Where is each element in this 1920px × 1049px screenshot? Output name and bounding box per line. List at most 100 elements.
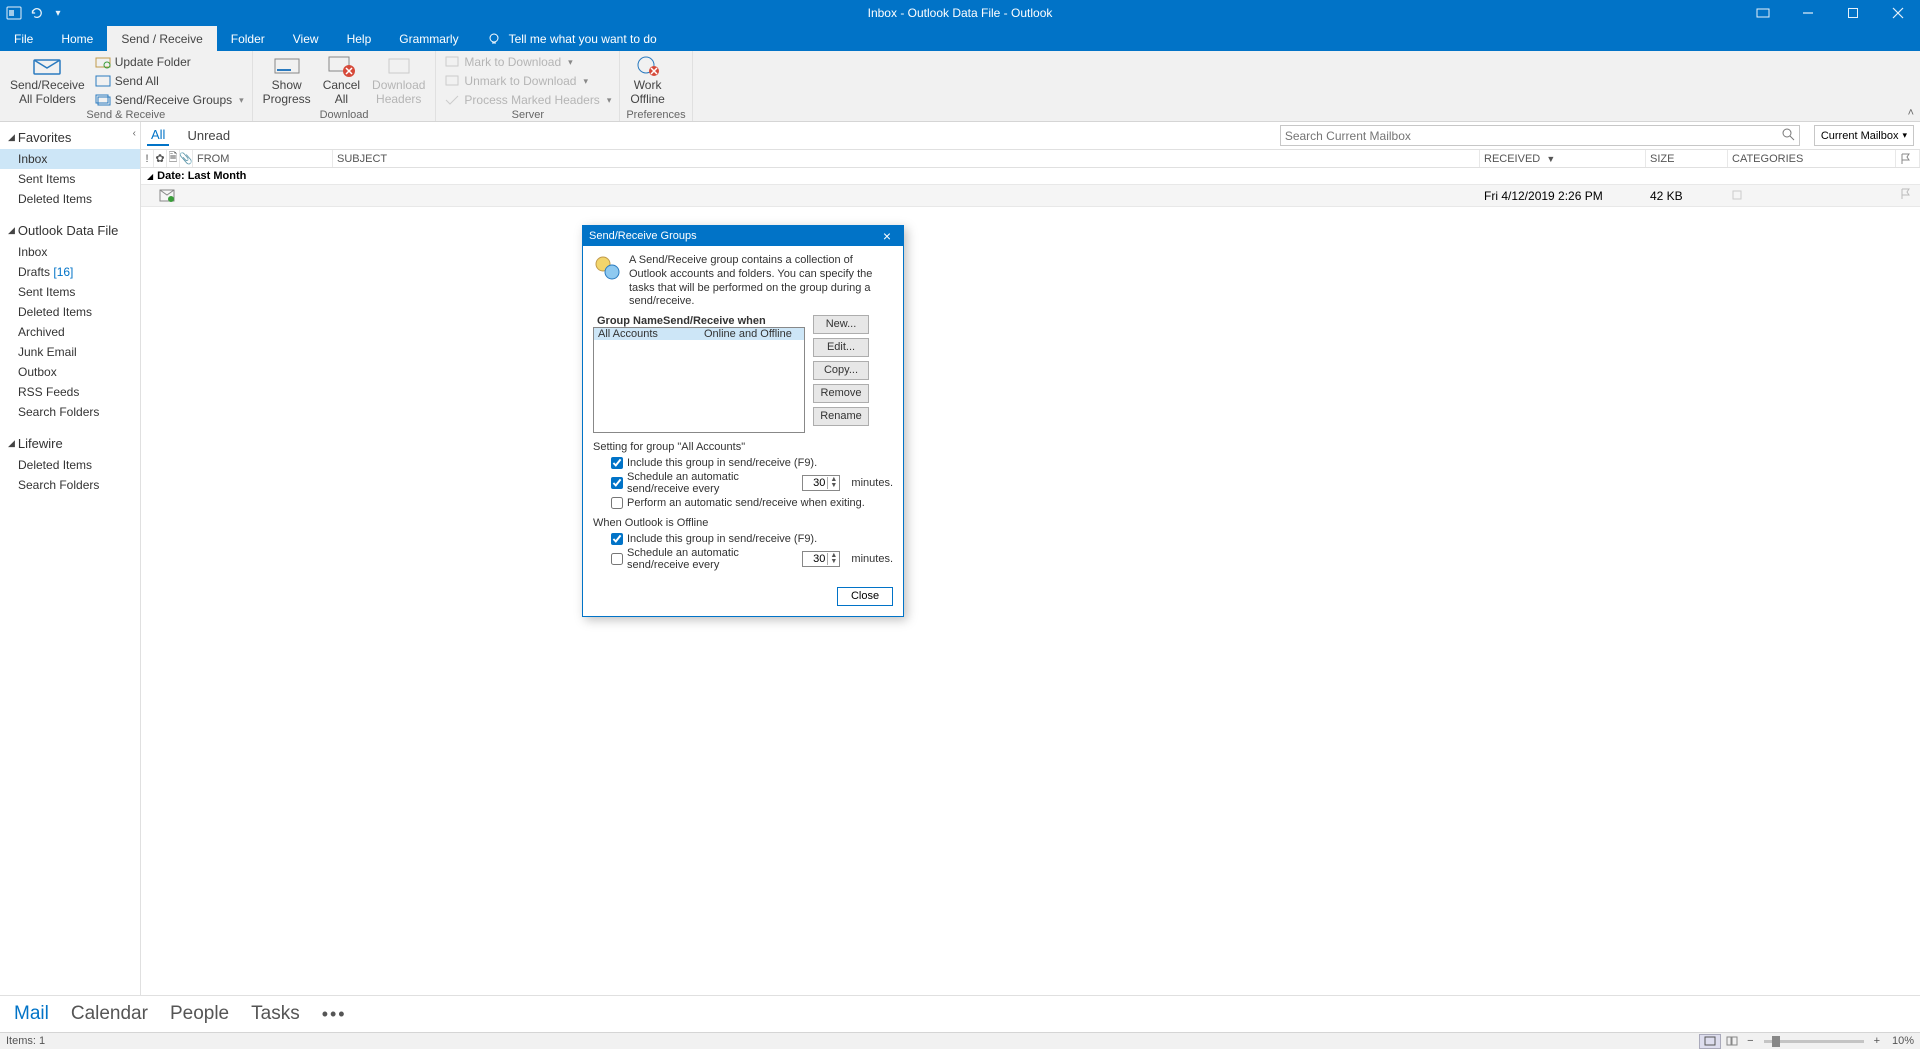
send-receive-groups-button[interactable]: Send/Receive Groups — [93, 91, 246, 109]
include-group-online-checkbox[interactable] — [611, 457, 623, 469]
interval-offline-input[interactable] — [803, 553, 827, 565]
interval-offline-spinner[interactable]: ▲▼ — [802, 551, 840, 567]
nav-mail[interactable]: Mail — [14, 1003, 49, 1025]
customize-qat-icon[interactable]: ▾ — [50, 5, 66, 21]
col-subject[interactable]: SUBJECT — [333, 150, 1480, 167]
sidebar-item-inbox-fav[interactable]: Inbox — [0, 149, 140, 169]
tell-me-search[interactable]: Tell me what you want to do — [473, 26, 657, 51]
tab-send-receive[interactable]: Send / Receive — [107, 26, 216, 51]
ribbon-display-options-icon[interactable] — [1740, 0, 1785, 26]
rename-button[interactable]: Rename — [813, 407, 869, 426]
sidebar-item-archived[interactable]: Archived — [0, 322, 140, 342]
close-dialog-button[interactable]: Close — [837, 587, 893, 606]
section-lifewire[interactable]: ◢Lifewire — [0, 432, 140, 455]
view-reading-icon[interactable] — [1721, 1034, 1743, 1049]
mail-categories — [1728, 189, 1896, 203]
collapse-sidebar-icon[interactable]: ‹ — [133, 128, 136, 139]
include-group-offline-checkbox[interactable] — [611, 533, 623, 545]
sidebar-item-deleted[interactable]: Deleted Items — [0, 302, 140, 322]
perform-on-exit-checkbox[interactable] — [611, 497, 623, 509]
col-received[interactable]: RECEIVED ▼ — [1480, 150, 1646, 167]
zoom-out-button[interactable]: − — [1743, 1035, 1757, 1047]
collapse-ribbon-button[interactable]: ˄ — [1908, 107, 1914, 119]
copy-button[interactable]: Copy... — [813, 361, 869, 380]
sidebar-item-outbox[interactable]: Outbox — [0, 362, 140, 382]
nav-tasks[interactable]: Tasks — [251, 1003, 300, 1025]
section-outlook-data-file[interactable]: ◢Outlook Data File — [0, 219, 140, 242]
zoom-in-button[interactable]: + — [1870, 1035, 1884, 1047]
nav-people[interactable]: People — [170, 1003, 229, 1025]
col-categories[interactable]: CATEGORIES — [1728, 150, 1896, 167]
col-icon[interactable]: 🗎 — [167, 150, 180, 167]
tab-grammarly[interactable]: Grammarly — [385, 26, 472, 51]
section-favorites[interactable]: ◢Favorites — [0, 126, 140, 149]
edit-button[interactable]: Edit... — [813, 338, 869, 357]
spinner-arrows-icon[interactable]: ▲▼ — [827, 477, 839, 489]
dialog-close-x[interactable]: × — [877, 228, 897, 244]
group-header[interactable]: ◢Date: Last Month — [141, 168, 1920, 185]
search-field[interactable] — [1285, 129, 1781, 143]
sidebar-item-junk[interactable]: Junk Email — [0, 342, 140, 362]
search-scope-dropdown[interactable]: Current Mailbox▾ — [1814, 125, 1914, 146]
update-folder-button[interactable]: Update Folder — [93, 53, 246, 71]
group-row-all-accounts[interactable]: All AccountsOnline and Offline — [594, 328, 804, 340]
mark-to-download-label: Mark to Download — [464, 55, 561, 69]
sidebar-item-sent-fav[interactable]: Sent Items — [0, 169, 140, 189]
tab-help[interactable]: Help — [333, 26, 386, 51]
group-listbox[interactable]: All AccountsOnline and Offline — [593, 327, 805, 433]
sidebar-item-drafts[interactable]: Drafts [16] — [0, 262, 140, 282]
tab-view[interactable]: View — [279, 26, 333, 51]
interval-online-input[interactable] — [803, 477, 827, 489]
spinner-arrows-icon[interactable]: ▲▼ — [827, 553, 839, 565]
show-progress-button[interactable]: Show Progress — [259, 53, 315, 109]
nav-calendar[interactable]: Calendar — [71, 1003, 148, 1025]
cancel-all-button[interactable]: Cancel All — [319, 53, 364, 109]
close-button[interactable] — [1875, 0, 1920, 26]
minimize-button[interactable] — [1785, 0, 1830, 26]
zoom-thumb[interactable] — [1772, 1036, 1780, 1047]
col-size[interactable]: SIZE — [1646, 150, 1728, 167]
maximize-button[interactable] — [1830, 0, 1875, 26]
nav-more[interactable]: ••• — [322, 1004, 347, 1025]
tab-home[interactable]: Home — [47, 26, 107, 51]
sidebar-item-lifewire-search[interactable]: Search Folders — [0, 475, 140, 495]
sidebar-item-search-folders[interactable]: Search Folders — [0, 402, 140, 422]
schedule-auto-offline-checkbox[interactable] — [611, 553, 623, 565]
col-importance[interactable]: ! — [141, 150, 154, 167]
view-normal-icon[interactable] — [1699, 1034, 1721, 1049]
mail-row[interactable]: Fri 4/12/2019 2:26 PM 42 KB — [141, 185, 1920, 207]
new-button[interactable]: New... — [813, 315, 869, 334]
send-all-button[interactable]: Send All — [93, 72, 246, 90]
work-offline-button[interactable]: Work Offline — [626, 53, 668, 109]
col-attachment[interactable]: 📎 — [180, 150, 193, 167]
schedule-auto-online-checkbox[interactable] — [611, 477, 623, 489]
remove-button[interactable]: Remove — [813, 384, 869, 403]
send-receive-groups-dialog: Send/Receive Groups × A Send/Receive gro… — [582, 225, 904, 617]
search-icon[interactable] — [1781, 127, 1795, 144]
col-reminder[interactable]: ✿ — [154, 150, 167, 167]
outlook-icon — [6, 5, 22, 21]
group-label-send-receive: Send & Receive — [6, 109, 246, 122]
cancel-all-label-1: Cancel — [323, 79, 360, 93]
sidebar-item-lifewire-deleted[interactable]: Deleted Items — [0, 455, 140, 475]
filter-all[interactable]: All — [147, 125, 169, 146]
search-input[interactable] — [1280, 125, 1800, 146]
sidebar-item-rss[interactable]: RSS Feeds — [0, 382, 140, 402]
sidebar-item-inbox[interactable]: Inbox — [0, 242, 140, 262]
tab-folder[interactable]: Folder — [217, 26, 279, 51]
col-flag[interactable] — [1896, 150, 1920, 167]
undo-icon[interactable] — [28, 5, 44, 21]
zoom-slider[interactable] — [1764, 1040, 1864, 1043]
send-receive-all-folders-button[interactable]: Send/Receive All Folders — [6, 53, 89, 109]
mail-flag[interactable] — [1896, 188, 1920, 203]
sidebar-item-sent[interactable]: Sent Items — [0, 282, 140, 302]
schedule-auto-online-label: Schedule an automatic send/receive every — [627, 471, 791, 495]
col-from[interactable]: FROM — [193, 150, 333, 167]
dialog-titlebar[interactable]: Send/Receive Groups × — [583, 226, 903, 246]
zoom-level[interactable]: 10% — [1884, 1035, 1914, 1047]
interval-online-spinner[interactable]: ▲▼ — [802, 475, 840, 491]
sidebar-item-deleted-fav[interactable]: Deleted Items — [0, 189, 140, 209]
filter-unread[interactable]: Unread — [183, 126, 234, 145]
tab-file[interactable]: File — [0, 26, 47, 51]
section-favorites-label: Favorites — [18, 130, 71, 145]
